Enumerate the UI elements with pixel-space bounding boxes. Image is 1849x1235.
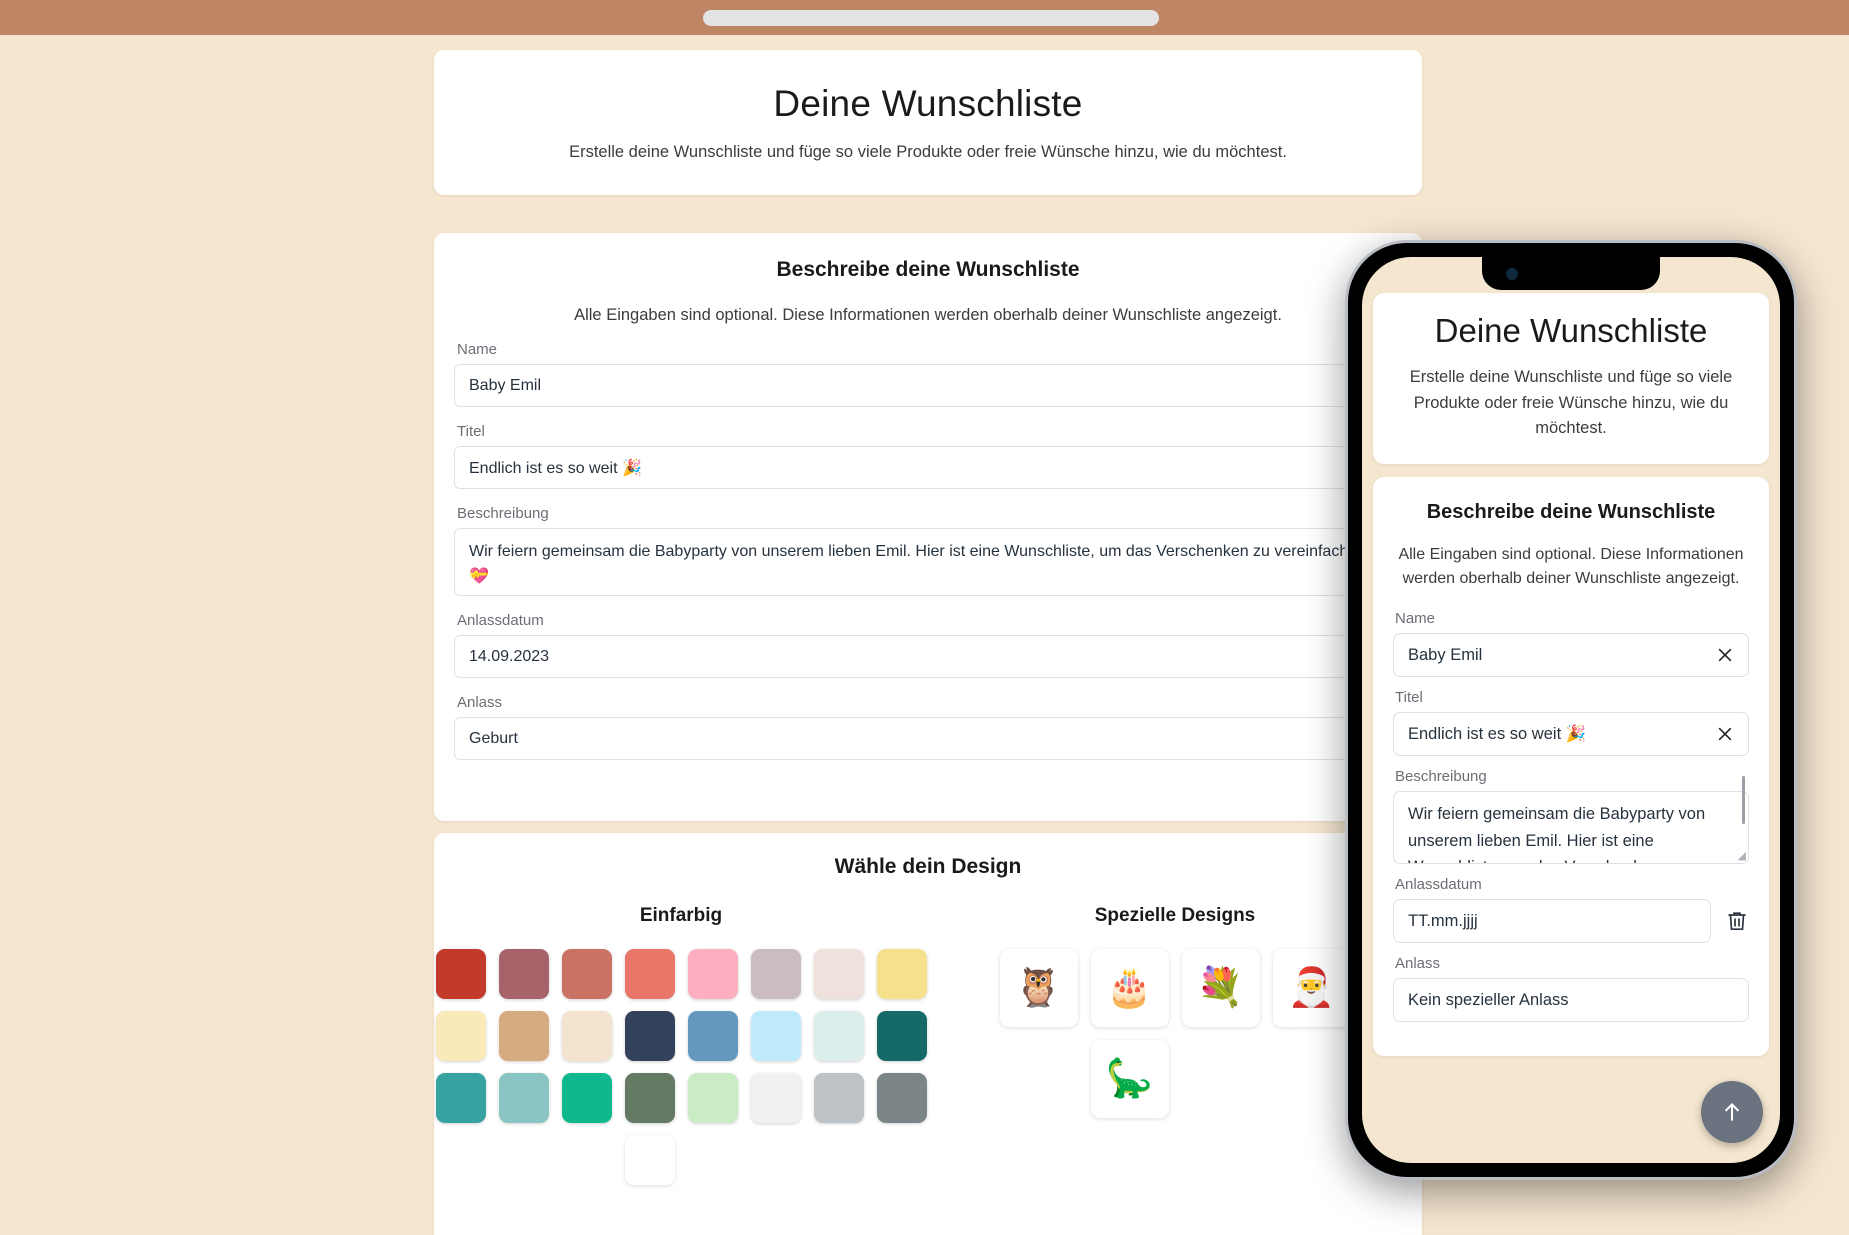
field-label-titel: Titel (457, 423, 485, 440)
phone-camera-icon (1506, 268, 1518, 280)
field-beschreibung: Beschreibung Wir feiern gemeinsam die Ba… (454, 505, 1402, 596)
phone-screen: Deine Wunschliste Erstelle deine Wunschl… (1362, 257, 1780, 1163)
phone-field-name: Name Baby Emil (1393, 610, 1749, 678)
color-swatch-4[interactable] (687, 949, 738, 999)
color-swatch-0[interactable] (435, 949, 486, 999)
phone-label-anlassdatum: Anlassdatum (1395, 876, 1482, 894)
color-swatch-3[interactable] (624, 949, 675, 999)
field-label-name: Name (457, 341, 498, 358)
color-swatch-13[interactable] (750, 1011, 801, 1061)
resize-handle-icon[interactable]: ◢ (1738, 851, 1746, 862)
color-swatch-11[interactable] (624, 1011, 675, 1061)
solid-color-swatch-grid (434, 949, 928, 1185)
color-swatch-18[interactable] (561, 1073, 612, 1123)
owl-flowers-design[interactable]: 🦉 (999, 949, 1078, 1027)
swatch-spacer (499, 1135, 549, 1185)
solid-colors-title: Einfarbig (639, 905, 723, 926)
field-anlass: Anlass Geburt (454, 694, 1402, 760)
describe-section-title: Beschreibe deine Wunschliste (776, 258, 1080, 281)
color-swatch-1[interactable] (498, 949, 549, 999)
color-swatch-15[interactable] (876, 1011, 927, 1061)
phone-titel-input[interactable]: Endlich ist es so weit 🎉 (1393, 712, 1749, 757)
color-swatch-21[interactable] (750, 1073, 801, 1123)
field-label-anlass: Anlass (457, 694, 503, 711)
phone-preview-frame: Deine Wunschliste Erstelle deine Wunschl… (1345, 240, 1797, 1180)
phone-anlass-select[interactable]: Kein spezieller Anlass (1393, 978, 1749, 1023)
phone-label-anlass: Anlass (1395, 955, 1441, 973)
choose-design-card: Wähle dein Design Einfarbig Spezielle De… (434, 833, 1422, 1235)
field-titel: Titel Endlich ist es so weit 🎉 (454, 423, 1402, 489)
phone-beschreibung-textarea[interactable]: Wir feiern gemeinsam die Babyparty von u… (1393, 791, 1749, 865)
special-spacer (1000, 1040, 1078, 1118)
dinosaur-design[interactable]: 🦕 (1090, 1040, 1169, 1118)
phone-field-anlass: Anlass Kein spezieller Anlass (1393, 955, 1749, 1023)
field-label-beschreibung: Beschreibung (457, 505, 549, 522)
phone-anlassdatum-input[interactable]: TT.mm.jjjj (1393, 899, 1711, 944)
phone-header-card: Deine Wunschliste Erstelle deine Wunschl… (1373, 293, 1769, 464)
santa-christmas-design[interactable]: 🎅 (1272, 949, 1351, 1027)
phone-describe-subtitle: Alle Eingaben sind optional. Diese Infor… (1398, 545, 1744, 588)
design-columns: Einfarbig Spezielle Designs 🦉 🎂 💐 🎅 🦕 (434, 905, 1422, 1185)
clear-icon[interactable] (1715, 724, 1735, 744)
color-swatch-23[interactable] (876, 1073, 927, 1123)
scroll-to-top-button[interactable] (1701, 1081, 1763, 1143)
color-swatch-14[interactable] (813, 1011, 864, 1061)
field-label-anlassdatum: Anlassdatum (457, 612, 544, 629)
phone-page-subtitle: Erstelle deine Wunschliste und füge so v… (1409, 368, 1733, 438)
phone-label-name: Name (1395, 610, 1436, 628)
arrow-up-icon (1724, 1102, 1740, 1121)
birthday-cake-design[interactable]: 🎂 (1090, 949, 1169, 1027)
phone-date-row: TT.mm.jjjj (1393, 899, 1749, 944)
titel-input[interactable]: Endlich ist es so weit 🎉 (454, 446, 1402, 489)
wedding-flower-rings-design[interactable]: 💐 (1181, 949, 1260, 1027)
name-input[interactable]: Baby Emil (454, 364, 1402, 407)
beschreibung-textarea[interactable]: Wir feiern gemeinsam die Babyparty von u… (454, 528, 1402, 596)
design-section-title: Wähle dein Design (834, 855, 1022, 878)
color-swatch-9[interactable] (498, 1011, 549, 1061)
phone-notch (1482, 257, 1660, 290)
anlassdatum-input[interactable]: 14.09.2023 (454, 635, 1402, 678)
color-swatch-19[interactable] (624, 1073, 675, 1123)
color-swatch-12[interactable] (687, 1011, 738, 1061)
phone-field-titel: Titel Endlich ist es so weit 🎉 (1393, 689, 1749, 757)
phone-name-input[interactable]: Baby Emil (1393, 633, 1749, 678)
color-swatch-16[interactable] (435, 1073, 486, 1123)
page-title: Deine Wunschliste (773, 83, 1083, 124)
phone-field-beschreibung: Beschreibung Wir feiern gemeinsam die Ba… (1393, 768, 1749, 865)
field-name: Name Baby Emil (454, 341, 1402, 407)
describe-wishlist-card: Beschreibe deine Wunschliste Alle Eingab… (434, 233, 1422, 821)
swatch-spacer (436, 1135, 486, 1185)
page-header-card: Deine Wunschliste Erstelle deine Wunschl… (434, 50, 1422, 195)
anlass-select[interactable]: Geburt (454, 717, 1402, 760)
color-swatch-22[interactable] (813, 1073, 864, 1123)
phone-describe-card: Beschreibe deine Wunschliste Alle Eingab… (1373, 476, 1769, 1057)
window-drag-handle[interactable] (703, 10, 1159, 26)
color-swatch-8[interactable] (435, 1011, 486, 1061)
field-anlassdatum: Anlassdatum 14.09.2023 (454, 612, 1402, 678)
solid-colors-column: Einfarbig (434, 905, 928, 1185)
phone-field-anlassdatum: Anlassdatum TT.mm.jjjj (1393, 876, 1749, 944)
textarea-scrollbar[interactable] (1742, 776, 1745, 825)
trash-icon[interactable] (1725, 908, 1749, 934)
color-swatch-20[interactable] (687, 1073, 738, 1123)
color-swatch-10[interactable] (561, 1011, 612, 1061)
color-swatch-5[interactable] (750, 949, 801, 999)
describe-section-subtitle: Alle Eingaben sind optional. Diese Infor… (574, 306, 1282, 324)
phone-page-title: Deine Wunschliste (1434, 312, 1708, 349)
phone-label-titel: Titel (1395, 689, 1423, 707)
color-swatch-2[interactable] (561, 949, 612, 999)
browser-top-bar (0, 0, 1849, 35)
color-swatch-7[interactable] (876, 949, 927, 999)
phone-label-beschreibung: Beschreibung (1395, 768, 1487, 786)
color-swatch-6[interactable] (813, 949, 864, 999)
color-swatch-17[interactable] (498, 1073, 549, 1123)
clear-icon[interactable] (1715, 645, 1735, 665)
color-swatch-blank[interactable] (624, 1135, 675, 1185)
page-subtitle: Erstelle deine Wunschliste und füge so v… (569, 143, 1287, 161)
swatch-spacer (562, 1135, 612, 1185)
phone-describe-title: Beschreibe deine Wunschliste (1426, 500, 1716, 523)
phone-page-content: Deine Wunschliste Erstelle deine Wunschl… (1362, 257, 1780, 1163)
